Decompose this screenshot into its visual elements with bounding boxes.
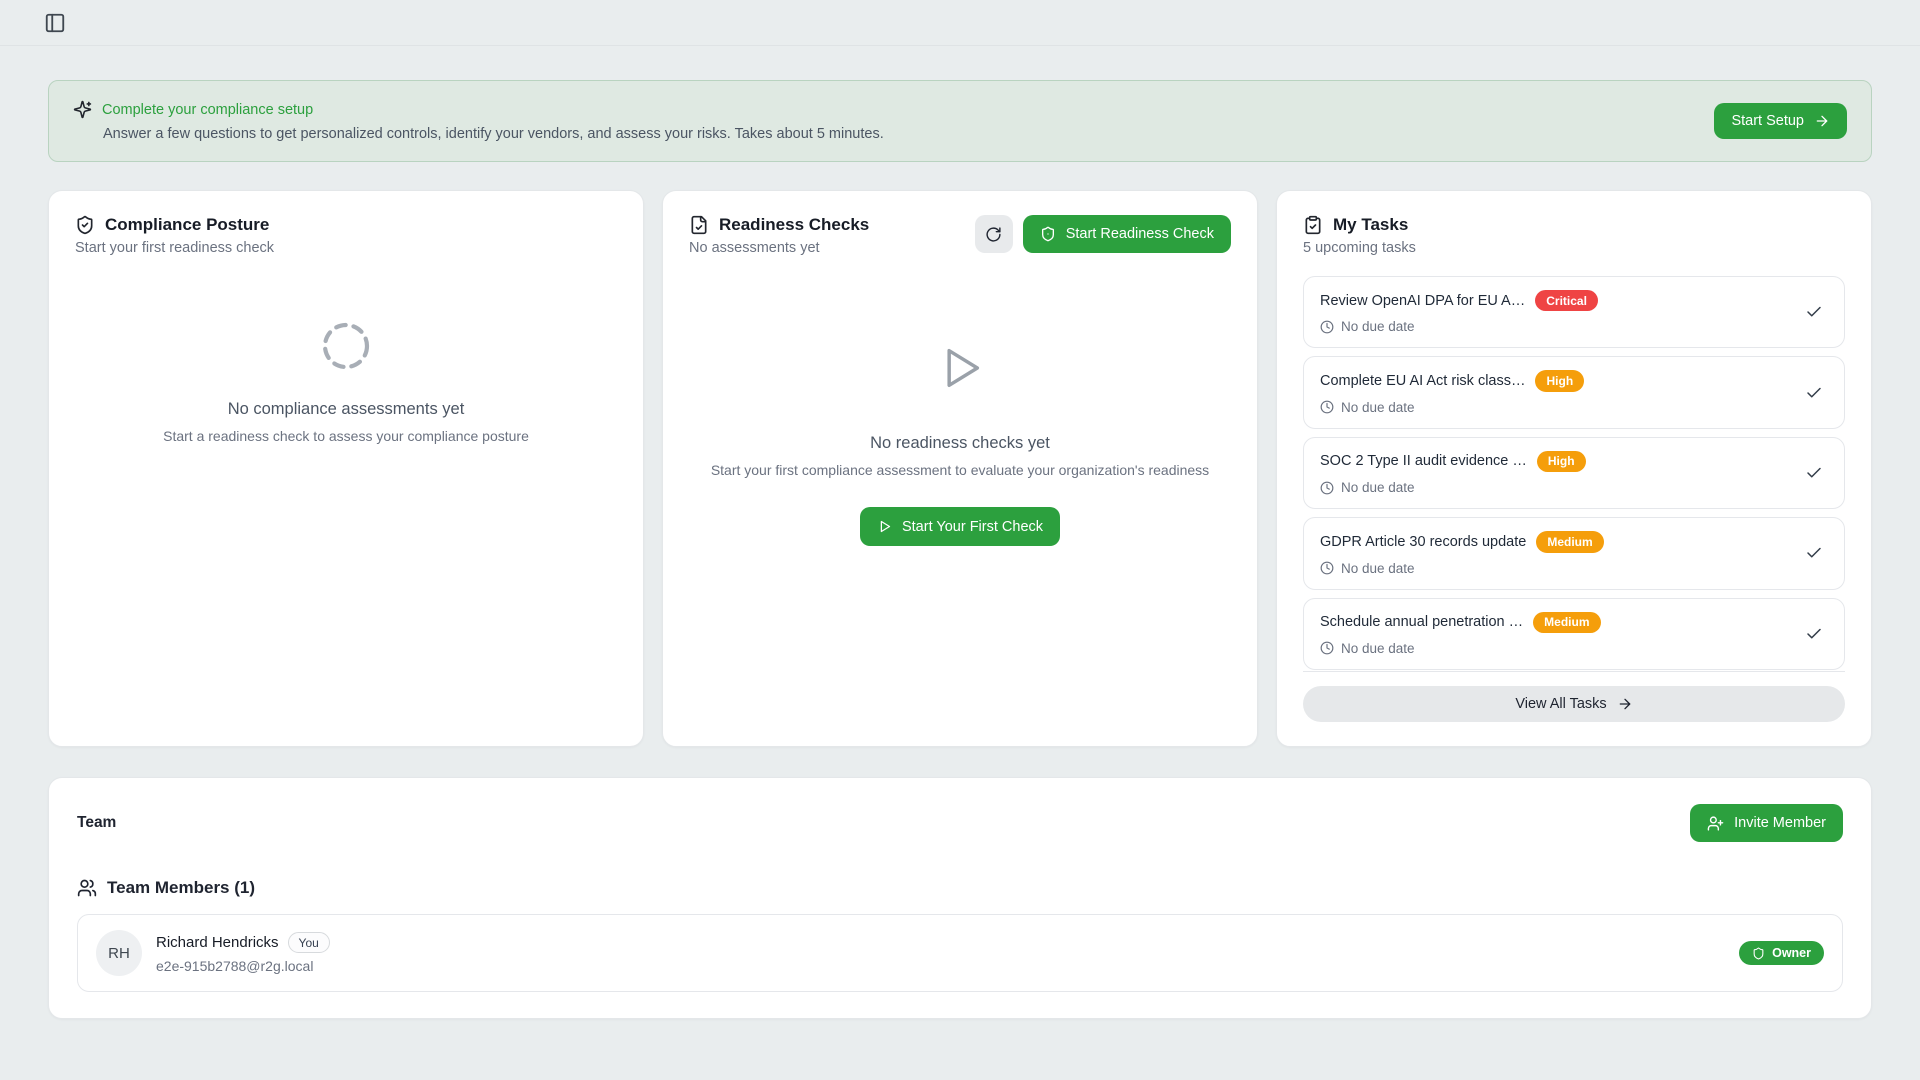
banner-title: Complete your compliance setup xyxy=(102,102,313,118)
shield-icon xyxy=(1040,226,1056,242)
arrow-right-icon xyxy=(1814,113,1830,129)
start-setup-label: Start Setup xyxy=(1731,113,1804,129)
compliance-posture-card: Compliance Posture Start your first read… xyxy=(48,190,644,747)
member-name: Richard Hendricks xyxy=(156,934,279,951)
top-bar xyxy=(0,0,1920,46)
dashed-circle-icon xyxy=(318,318,374,374)
task-title: Complete EU AI Act risk class… xyxy=(1320,373,1525,389)
team-members-heading: Team Members (1) xyxy=(107,878,255,898)
users-icon xyxy=(77,878,97,898)
member-email: e2e-915b2788@r2g.local xyxy=(156,958,330,974)
readiness-checks-card: Readiness Checks No assessments yet xyxy=(662,190,1258,747)
banner-text-block: Complete your compliance setup Answer a … xyxy=(73,100,884,142)
file-check-icon xyxy=(689,215,709,235)
start-setup-button[interactable]: Start Setup xyxy=(1714,103,1847,139)
task-title: GDPR Article 30 records update xyxy=(1320,534,1526,550)
compliance-posture-title: Compliance Posture xyxy=(105,215,269,235)
view-all-tasks-label: View All Tasks xyxy=(1515,696,1606,712)
invite-member-button[interactable]: Invite Member xyxy=(1690,804,1843,842)
priority-badge: High xyxy=(1535,370,1584,391)
my-tasks-card: My Tasks 5 upcoming tasks Review OpenAI … xyxy=(1276,190,1872,747)
view-all-tasks-button[interactable]: View All Tasks xyxy=(1303,686,1845,722)
task-row[interactable]: Schedule annual penetration … Medium No … xyxy=(1303,598,1845,670)
play-icon xyxy=(934,342,986,394)
shield-check-icon xyxy=(75,215,95,235)
readiness-checks-title: Readiness Checks xyxy=(719,215,869,235)
dashboard-cards-row: Compliance Posture Start your first read… xyxy=(48,190,1872,747)
clock-icon xyxy=(1320,561,1334,575)
team-section: Team Invite Member Team Members (1) RH R… xyxy=(48,777,1872,1019)
team-title: Team xyxy=(77,814,116,832)
compliance-empty-title: No compliance assessments yet xyxy=(228,400,465,419)
check-icon xyxy=(1805,544,1823,562)
complete-task-button[interactable] xyxy=(1800,298,1828,326)
check-icon xyxy=(1805,464,1823,482)
task-title: SOC 2 Type II audit evidence … xyxy=(1320,453,1527,469)
task-row[interactable]: GDPR Article 30 records update Medium No… xyxy=(1303,517,1845,589)
complete-task-button[interactable] xyxy=(1800,539,1828,567)
role-badge: Owner xyxy=(1739,941,1824,965)
priority-badge: Medium xyxy=(1536,531,1603,552)
task-due-date: No due date xyxy=(1341,561,1415,576)
compliance-posture-subtitle: Start your first readiness check xyxy=(75,240,274,256)
start-readiness-check-button[interactable]: Start Readiness Check xyxy=(1023,215,1231,253)
start-first-check-label: Start Your First Check xyxy=(902,519,1043,535)
refresh-icon xyxy=(985,226,1002,243)
task-row[interactable]: Complete EU AI Act risk class… High No d… xyxy=(1303,356,1845,428)
invite-member-label: Invite Member xyxy=(1734,815,1826,831)
clock-icon xyxy=(1320,641,1334,655)
compliance-empty-description: Start a readiness check to assess your c… xyxy=(163,428,529,444)
task-due-date: No due date xyxy=(1341,480,1415,495)
user-plus-icon xyxy=(1707,815,1724,832)
task-row[interactable]: SOC 2 Type II audit evidence … High No d… xyxy=(1303,437,1845,509)
start-first-check-button[interactable]: Start Your First Check xyxy=(860,507,1060,546)
dashboard-page: Complete your compliance setup Answer a … xyxy=(0,80,1920,1019)
clock-icon xyxy=(1320,320,1334,334)
tasks-footer: View All Tasks xyxy=(1303,671,1845,722)
check-icon xyxy=(1805,384,1823,402)
task-due-date: No due date xyxy=(1341,400,1415,415)
task-due-date: No due date xyxy=(1341,319,1415,334)
clock-icon xyxy=(1320,481,1334,495)
task-due-date: No due date xyxy=(1341,641,1415,656)
clock-icon xyxy=(1320,400,1334,414)
banner-description: Answer a few questions to get personaliz… xyxy=(103,126,884,142)
refresh-button[interactable] xyxy=(975,215,1013,253)
start-readiness-check-label: Start Readiness Check xyxy=(1066,226,1214,242)
task-title: Schedule annual penetration … xyxy=(1320,614,1523,630)
clipboard-check-icon xyxy=(1303,215,1323,235)
arrow-right-icon xyxy=(1617,696,1633,712)
you-badge: You xyxy=(288,932,330,953)
complete-task-button[interactable] xyxy=(1800,379,1828,407)
check-icon xyxy=(1805,625,1823,643)
readiness-empty-title: No readiness checks yet xyxy=(870,434,1050,453)
avatar: RH xyxy=(96,930,142,976)
task-list: Review OpenAI DPA for EU A… Critical No … xyxy=(1303,276,1845,670)
priority-badge: Critical xyxy=(1535,290,1598,311)
readiness-checks-subtitle: No assessments yet xyxy=(689,240,869,256)
task-title: Review OpenAI DPA for EU A… xyxy=(1320,293,1525,309)
sparkles-icon xyxy=(73,100,92,119)
panel-left-icon xyxy=(44,12,66,34)
role-badge-label: Owner xyxy=(1772,946,1811,960)
my-tasks-subtitle: 5 upcoming tasks xyxy=(1303,240,1416,256)
team-member-row: RH Richard Hendricks You e2e-915b2788@r2… xyxy=(77,914,1843,992)
compliance-empty-state: No compliance assessments yet Start a re… xyxy=(75,318,617,444)
readiness-empty-description: Start your first compliance assessment t… xyxy=(711,462,1209,478)
task-row[interactable]: Review OpenAI DPA for EU A… Critical No … xyxy=(1303,276,1845,348)
complete-task-button[interactable] xyxy=(1800,620,1828,648)
my-tasks-title: My Tasks xyxy=(1333,215,1408,235)
complete-task-button[interactable] xyxy=(1800,459,1828,487)
sidebar-toggle-button[interactable] xyxy=(40,8,70,38)
compliance-setup-banner: Complete your compliance setup Answer a … xyxy=(48,80,1872,162)
priority-badge: High xyxy=(1537,451,1586,472)
check-icon xyxy=(1805,303,1823,321)
readiness-empty-state: No readiness checks yet Start your first… xyxy=(689,342,1231,546)
priority-badge: Medium xyxy=(1533,612,1600,633)
shield-small-icon xyxy=(1752,947,1765,960)
play-small-icon xyxy=(877,519,892,534)
